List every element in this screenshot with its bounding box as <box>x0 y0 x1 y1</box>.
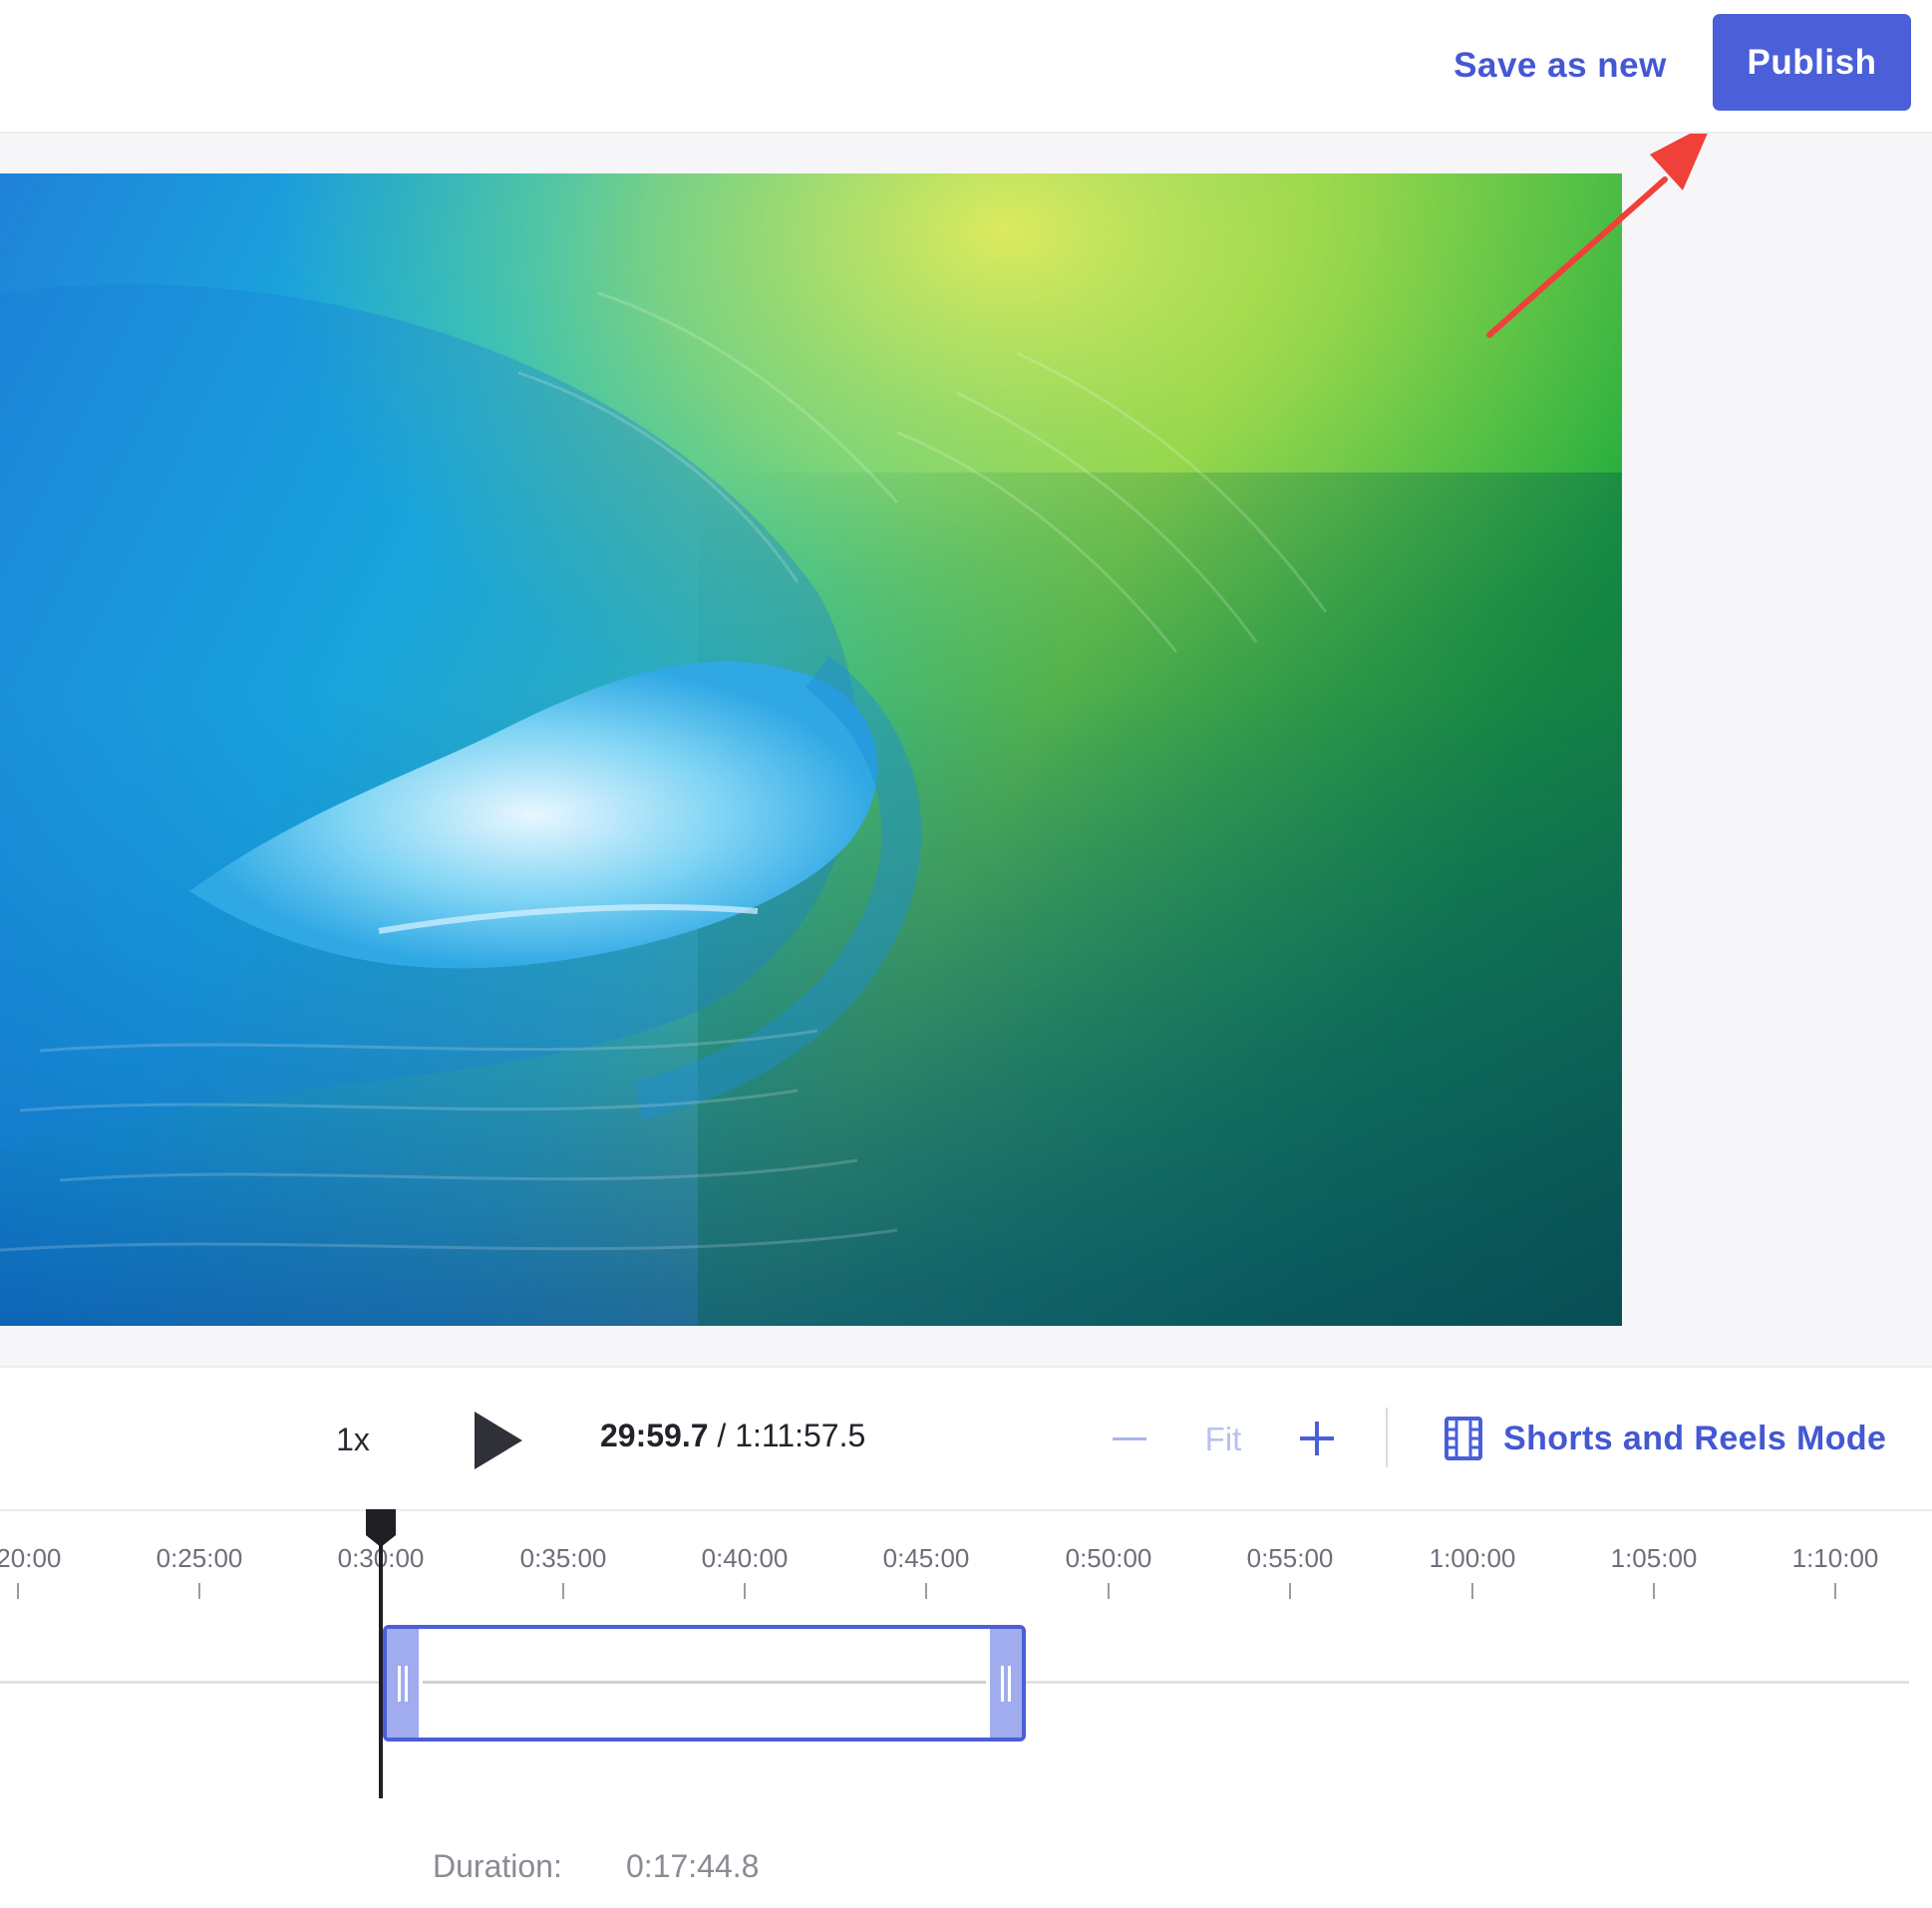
tick-mark <box>198 1583 200 1599</box>
tick-label: 0:35:00 <box>519 1543 607 1573</box>
tick-mark <box>1289 1583 1291 1599</box>
controls-divider <box>1386 1408 1388 1467</box>
tick-mark <box>744 1583 746 1599</box>
video-preview <box>0 173 1622 1326</box>
tick-label: 0:25:00 <box>156 1543 243 1573</box>
preview-area <box>0 134 1932 1366</box>
film-strip-icon <box>1445 1417 1482 1460</box>
tick-mark <box>17 1583 19 1599</box>
tick-label: 1:10:00 <box>1791 1543 1879 1573</box>
shorts-reels-mode-label: Shorts and Reels Mode <box>1503 1419 1887 1457</box>
zoom-out-button[interactable] <box>1109 1416 1150 1461</box>
tick-label: 0:20:00 <box>0 1543 62 1573</box>
play-button[interactable] <box>469 1406 528 1475</box>
tick-label: 0:45:00 <box>882 1543 970 1573</box>
tick-mark <box>1471 1583 1473 1599</box>
tick-label: 0:40:00 <box>701 1543 789 1573</box>
zoom-in-button[interactable] <box>1296 1416 1338 1461</box>
current-time: 29:59.7 <box>600 1417 709 1453</box>
publish-button[interactable]: Publish <box>1713 14 1911 111</box>
shorts-reels-mode-button[interactable]: Shorts and Reels Mode <box>1444 1414 1886 1463</box>
tick-label: 0:55:00 <box>1246 1543 1334 1573</box>
playhead[interactable] <box>365 1509 397 1798</box>
trim-end-handle[interactable] <box>990 1629 1022 1738</box>
zoom-fit-button[interactable]: Fit <box>1192 1416 1254 1463</box>
time-display: 29:59.7 / 1:11:57.5 <box>600 1414 865 1457</box>
wave-video-frame <box>0 173 1622 1326</box>
tick-mark <box>562 1583 564 1599</box>
tick-label: 0:50:00 <box>1065 1543 1152 1573</box>
tick-mark <box>1834 1583 1836 1599</box>
clip-selection[interactable] <box>383 1625 1026 1742</box>
time-separator: / <box>708 1417 736 1453</box>
duration-value: 0:17:44.8 <box>626 1848 760 1884</box>
tick-mark <box>925 1583 927 1599</box>
timeline[interactable]: 0:20:00 0:25:00 0:30:00 0:35:00 0:40:00 … <box>0 1509 1932 1908</box>
total-time: 1:11:57.5 <box>735 1417 866 1453</box>
clip-waveform-line <box>423 1681 986 1684</box>
zoom-out-icon <box>1113 1436 1146 1440</box>
grip-icon <box>1001 1665 1011 1702</box>
duration-label: Duration: <box>433 1848 562 1884</box>
save-as-new-button[interactable]: Save as new <box>1436 28 1685 104</box>
tick-label: 1:00:00 <box>1429 1543 1516 1573</box>
top-bar: Save as new Publish <box>0 0 1932 134</box>
grip-icon <box>398 1665 408 1702</box>
play-icon <box>475 1412 522 1469</box>
playback-speed-button[interactable]: 1x <box>329 1416 377 1463</box>
playhead-marker-icon <box>366 1509 396 1798</box>
tick-label: 1:05:00 <box>1610 1543 1698 1573</box>
tick-mark <box>1108 1583 1110 1599</box>
tick-mark <box>1653 1583 1655 1599</box>
zoom-in-icon <box>1300 1422 1334 1455</box>
